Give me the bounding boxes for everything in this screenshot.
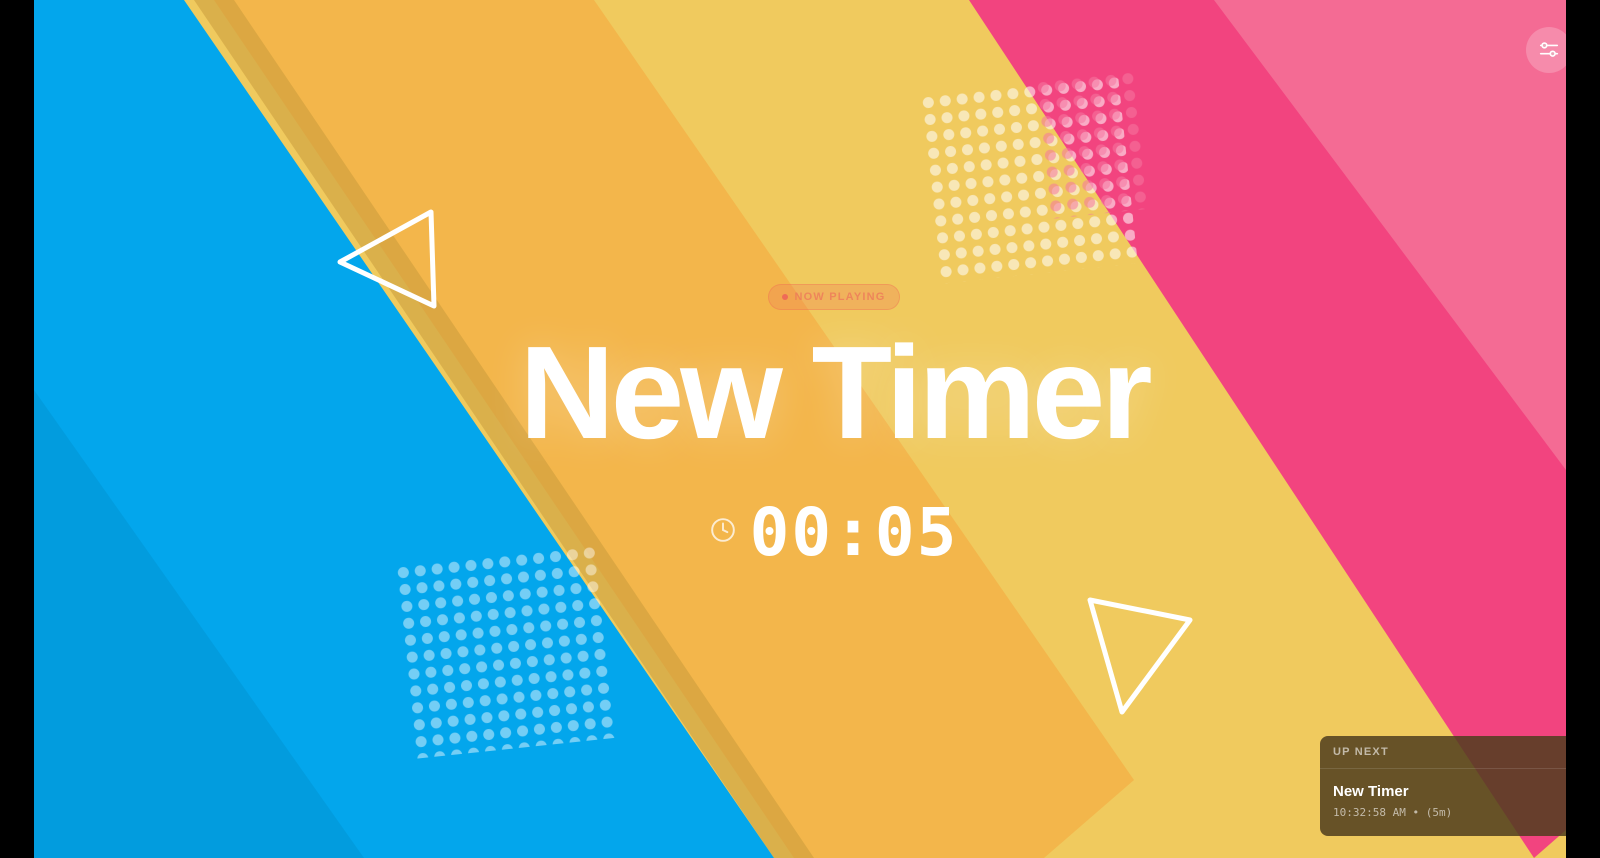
up-next-title: New Timer xyxy=(1333,783,1409,800)
clock-icon xyxy=(710,517,736,548)
up-next-panel: UP NEXT New Timer 10:32:58 AM • (5m) xyxy=(1320,736,1566,836)
countdown-row: 00:05 xyxy=(634,492,1034,572)
status-dot xyxy=(782,294,789,300)
dot-grid-bottom xyxy=(394,543,619,759)
now-playing-label: NOW PLAYING xyxy=(794,291,886,303)
up-next-meta: 10:32:58 AM • (5m) xyxy=(1333,806,1453,819)
countdown-value: 00:05 xyxy=(749,493,959,571)
timer-display-stage: NOW PLAYING New Timer 00:05 UP NEXT New … xyxy=(34,0,1566,858)
up-next-heading: UP NEXT xyxy=(1320,736,1566,769)
settings-button[interactable] xyxy=(1526,27,1566,73)
now-playing-badge: NOW PLAYING xyxy=(768,284,900,310)
current-timer-title: New Timer xyxy=(519,319,1152,466)
sliders-icon xyxy=(1539,42,1559,57)
